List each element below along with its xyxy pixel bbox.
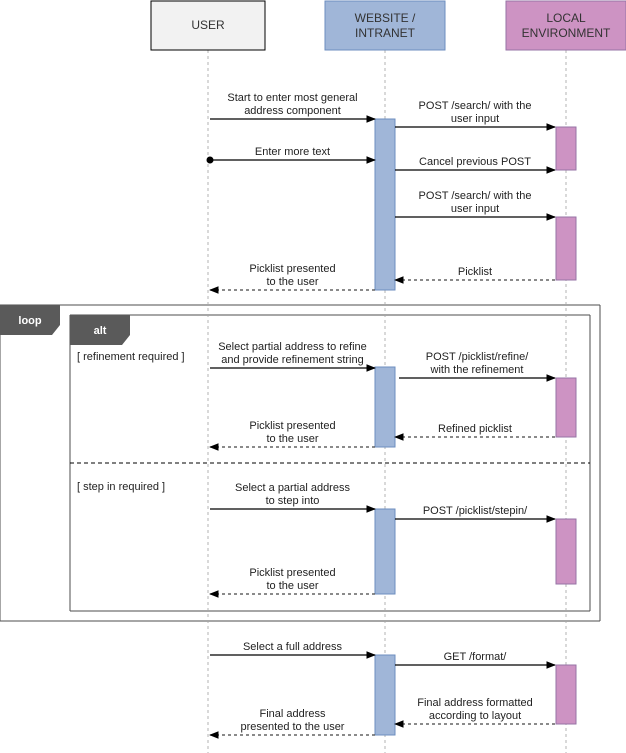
message-label: to step into	[266, 495, 320, 507]
participant-local-environment[interactable]: LOCAL ENVIRONMENT	[505, 0, 626, 51]
message-label: Final address formatted	[417, 697, 533, 709]
message-user-to-website[interactable]: Enter more text	[206, 146, 376, 164]
website-activation-3	[374, 508, 396, 595]
message-label: Picklist presented	[249, 263, 335, 275]
message-label: Picklist	[458, 266, 492, 278]
message-label: POST /picklist/refine/	[426, 351, 529, 363]
message-label: user input	[451, 203, 499, 215]
loop-tag-label: loop	[18, 315, 41, 327]
participant-user-label: USER	[191, 18, 225, 32]
message-label: and provide refinement string	[221, 354, 363, 366]
local-activation-5	[555, 664, 577, 725]
message-label: Select a partial address	[235, 482, 350, 494]
message-website-to-user[interactable]: Picklist presentedto the user	[209, 263, 375, 294]
message-label: address component	[244, 105, 341, 117]
message-label: according to layout	[429, 710, 521, 722]
message-label: presented to the user	[241, 721, 345, 733]
message-label: Start to enter most general	[227, 92, 357, 104]
message-label: user input	[451, 113, 499, 125]
message-user-to-website[interactable]: Select a full address	[210, 641, 376, 659]
message-label: with the refinement	[430, 364, 524, 376]
participant-website-label-line2: INTRANET	[355, 26, 416, 40]
message-website-to-local[interactable]: POST /search/ with theuser input	[395, 100, 556, 131]
message-website-to-user[interactable]: Picklist presentedto the user	[209, 567, 375, 598]
local-activation-1	[555, 126, 577, 171]
message-local-to-website[interactable]: Refined picklist	[394, 423, 555, 441]
message-label: POST /search/ with the	[419, 190, 532, 202]
participant-local-label-line1: LOCAL	[546, 11, 586, 25]
message-label: POST /search/ with the	[419, 100, 532, 112]
message-website-to-local[interactable]: POST /search/ with theuser input	[395, 190, 556, 221]
participant-website[interactable]: WEBSITE / INTRANET	[324, 0, 446, 51]
message-label: Picklist presented	[249, 420, 335, 432]
message-website-to-local[interactable]: POST /picklist/stepin/	[395, 505, 556, 523]
message-user-to-website[interactable]: Select a partial addressto step into	[210, 482, 376, 513]
message-label: Final address	[259, 708, 326, 720]
message-label: to the user	[267, 580, 319, 592]
website-activation-1	[374, 118, 396, 291]
alt-tag-label: alt	[94, 325, 107, 337]
message-label: Cancel previous POST	[419, 156, 531, 168]
message-label: Picklist presented	[249, 567, 335, 579]
message-label: Enter more text	[255, 146, 330, 158]
message-label: Select a full address	[243, 641, 343, 653]
message-local-to-website[interactable]: Picklist	[394, 266, 555, 284]
message-website-to-local[interactable]: POST /picklist/refine/with the refinemen…	[399, 351, 556, 382]
message-label: GET /format/	[444, 651, 508, 663]
message-user-to-website[interactable]: Select partial address to refineand prov…	[210, 341, 376, 372]
message-label: Refined picklist	[438, 423, 512, 435]
website-activation-4	[374, 654, 396, 736]
alt-guard-step-in: [ step in required ]	[77, 481, 165, 493]
message-website-to-local[interactable]: Cancel previous POST	[395, 156, 556, 174]
participant-local-label-line2: ENVIRONMENT	[522, 26, 611, 40]
alt-guard-refinement: [ refinement required ]	[77, 351, 185, 363]
message-label: to the user	[267, 433, 319, 445]
message-website-to-user[interactable]: Final addresspresented to the user	[209, 708, 375, 739]
local-activation-4	[555, 518, 577, 585]
message-user-to-website[interactable]: Start to enter most generaladdress compo…	[210, 92, 376, 123]
message-local-to-website[interactable]: Final address formattedaccording to layo…	[394, 697, 555, 728]
message-label: Select partial address to refine	[218, 341, 367, 353]
message-website-to-local[interactable]: GET /format/	[395, 651, 556, 669]
participant-user[interactable]: USER	[150, 0, 266, 51]
sequence-diagram: USER WEBSITE / INTRANET LOCAL ENVIRONMEN…	[0, 0, 626, 753]
message-label: to the user	[267, 276, 319, 288]
message-website-to-user[interactable]: Picklist presentedto the user	[209, 420, 375, 451]
message-label: POST /picklist/stepin/	[423, 505, 528, 517]
website-activation-2	[374, 366, 396, 448]
local-activation-3	[555, 377, 577, 438]
message-origin-dot	[206, 156, 214, 164]
local-activation-2	[555, 216, 577, 281]
participant-website-label-line1: WEBSITE /	[355, 11, 416, 25]
